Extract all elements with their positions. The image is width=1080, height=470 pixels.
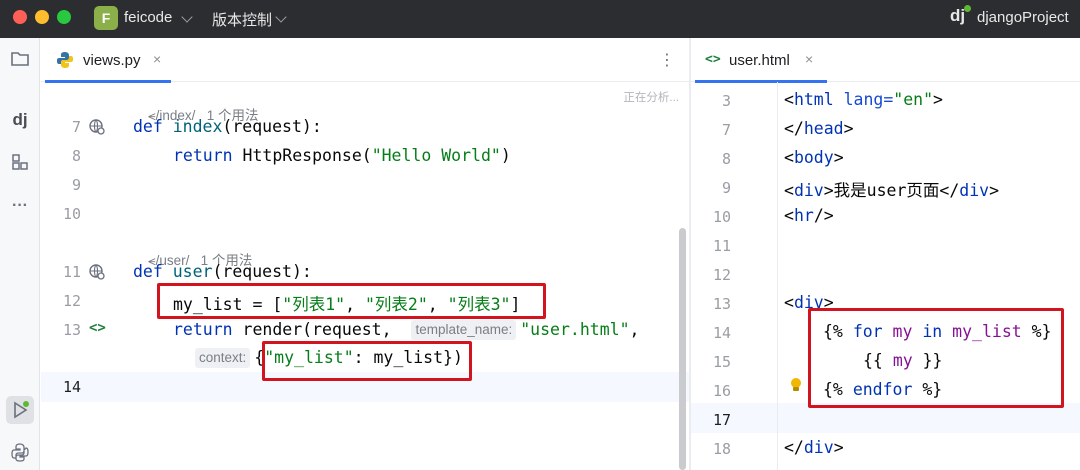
line-number: 17 <box>712 411 731 429</box>
line-number: 8 <box>71 147 81 165</box>
line-number: 14 <box>62 378 81 396</box>
line-number: 7 <box>721 121 731 139</box>
line-number: 10 <box>712 208 731 226</box>
line-number: 14 <box>712 324 731 342</box>
minimize-window-button[interactable] <box>35 10 49 24</box>
run-config-menu[interactable]: djangoProject <box>977 9 1069 26</box>
analysis-status: 正在分析... <box>623 92 679 104</box>
django-icon[interactable]: dj <box>8 108 32 132</box>
highlight-box-my-list <box>157 283 546 319</box>
code-line: </div> <box>784 438 844 457</box>
tab-label: user.html <box>729 52 790 69</box>
line-number: 13 <box>62 321 81 339</box>
more-options-icon[interactable]: ⋮ <box>659 50 675 70</box>
editor-tab-bar: <> user.html × <box>691 38 1080 83</box>
maximize-window-button[interactable] <box>57 10 71 24</box>
navigate-to-template-icon[interactable]: <> <box>89 320 106 336</box>
line-number: 3 <box>721 92 731 110</box>
tab-label: views.py <box>83 52 141 69</box>
active-tab-indicator <box>695 80 827 83</box>
python-console-icon[interactable] <box>8 442 32 466</box>
chevron-down-icon[interactable] <box>181 11 193 23</box>
line-number: 18 <box>712 440 731 458</box>
vcs-menu[interactable]: 版本控制 <box>212 9 272 30</box>
parameter-hint: template_name: <box>411 320 517 340</box>
line-number: 12 <box>712 266 731 284</box>
line-number: 16 <box>712 382 731 400</box>
chevron-down-icon[interactable] <box>275 11 287 23</box>
project-name-menu[interactable]: feicode <box>124 9 172 26</box>
code-line: return HttpResponse("Hello World") <box>173 146 511 165</box>
editor-user-html[interactable]: <> user.html × 3 7 8 9 10 11 12 13 14 15… <box>691 38 1080 470</box>
line-number: 11 <box>712 237 731 255</box>
line-number: 7 <box>71 118 81 136</box>
python-file-icon <box>56 51 74 74</box>
close-window-button[interactable] <box>13 10 27 24</box>
run-icon[interactable] <box>6 396 34 424</box>
structure-icon[interactable] <box>8 152 32 176</box>
line-number: 15 <box>712 353 731 371</box>
code-line: def index(request): <box>133 117 322 136</box>
code-line: </head> <box>784 119 854 138</box>
status-dot-icon <box>964 5 971 12</box>
line-number: 13 <box>712 295 731 313</box>
tool-window-strip: dj ··· <box>0 38 40 470</box>
title-bar: F feicode 版本控制 dj djangoProject <box>0 0 1080 38</box>
line-number: 9 <box>71 176 81 194</box>
code-line: <div>我是user页面</div> <box>784 181 1000 200</box>
highlight-box-context <box>262 341 472 381</box>
line-number: 8 <box>721 150 731 168</box>
line-number: 9 <box>721 179 731 197</box>
line-number: 11 <box>62 263 81 281</box>
gutter-divider <box>777 82 778 470</box>
code-line: <html lang="en"> <box>784 90 943 109</box>
html-file-icon: <> <box>705 52 721 67</box>
editor-views-py[interactable]: views.py × ⋮ 正在分析... 7 8 9 10 11 12 13 1… <box>41 38 689 470</box>
vertical-scrollbar[interactable] <box>679 228 686 470</box>
line-number: 12 <box>62 292 81 310</box>
lightbulb-icon[interactable] <box>790 378 802 392</box>
parameter-hint: context: <box>195 348 251 368</box>
folder-icon[interactable] <box>8 50 32 74</box>
url-route-icon[interactable] <box>88 118 106 141</box>
close-icon[interactable]: × <box>153 51 161 67</box>
code-line: return render(request, template_name: "us… <box>173 320 640 340</box>
line-number: 10 <box>62 205 81 223</box>
editor-tab-bar: views.py × ⋮ <box>41 38 689 83</box>
code-line: <body> <box>784 148 844 167</box>
active-tab-indicator <box>45 80 171 83</box>
django-icon: dj <box>950 6 966 25</box>
tab-views-py[interactable]: views.py × <box>45 38 171 83</box>
highlight-box-for-loop <box>808 308 1064 408</box>
more-icon[interactable]: ··· <box>8 194 32 218</box>
code-line: <hr/> <box>784 206 834 225</box>
url-route-icon[interactable] <box>88 263 106 286</box>
code-line: def user(request): <box>133 262 312 281</box>
close-icon[interactable]: × <box>805 51 813 67</box>
tab-user-html[interactable]: <> user.html × <box>695 38 827 83</box>
project-badge-icon[interactable]: F <box>94 6 118 30</box>
